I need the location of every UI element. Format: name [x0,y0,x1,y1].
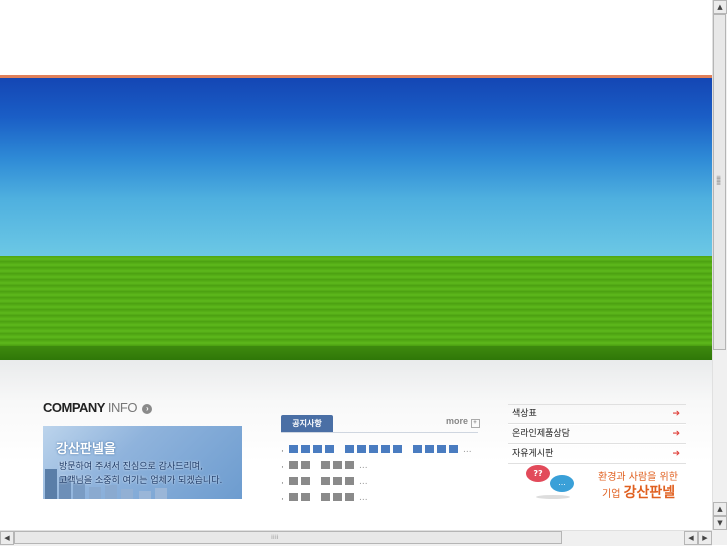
quick-link-item[interactable]: 온라인제품상담 ➔ [508,424,686,444]
notice-title-glyphs [289,461,354,469]
glyph-block [301,477,310,485]
scroll-left-button-right[interactable]: ◀ [684,531,698,545]
glyph-block [393,445,402,453]
ellipsis-text: ... [463,445,472,455]
tab-notice[interactable]: 공지사항 [281,415,333,433]
glyph-block [333,477,342,485]
quick-link-label: 자유게시판 [512,449,554,459]
slogan-line-1: 환경과 사람을 위한 [598,472,678,483]
notice-title-glyphs [289,477,354,485]
glyph-block [381,445,390,453]
glyph-block [289,493,298,501]
glyph-block [325,445,334,453]
glyph-block [437,445,446,453]
notice-item[interactable]: ·... [281,443,481,459]
banner-line-2: 고객님을 소중히 여기는 업체가 되겠습니다. [59,476,223,486]
bullet-icon: · [281,495,284,505]
building-graphic [139,491,151,499]
question-bubble-icon: ?? [526,465,550,482]
building-graphic [89,487,101,499]
banner-line-1: 방문하여 주셔서 진심으로 감사드리며, [59,462,203,472]
scroll-up-button[interactable]: ▲ [713,0,727,14]
building-graphic [155,488,167,499]
top-header-area [0,0,712,75]
slogan-line-2: 기업 강산판넬 [602,482,675,502]
scroll-up-button-lower[interactable]: ▲ [713,502,727,516]
banner-text: 방문하여 주셔서 진심으로 감사드리며, 고객님을 소중히 여기는 업체가 되겠… [59,460,222,488]
glyph-block [345,461,354,469]
quick-link-label: 온라인제품상담 [512,429,570,439]
bullet-icon: · [281,479,284,489]
quick-link-item[interactable]: 색상표 ➔ [508,404,686,424]
notice-item[interactable]: ·... [281,491,481,507]
glyph-block [301,445,310,453]
glyph-block [413,445,422,453]
building-graphic [121,489,133,499]
slogan-prefix: 기업 [602,489,621,500]
grass-edge [0,346,712,360]
horizontal-scroll-thumb[interactable] [14,531,562,544]
plus-icon: + [470,419,480,428]
notice-item[interactable]: ·... [281,459,481,475]
notice-list: ·... ·... ·... ·... [281,443,481,507]
info-circle-icon[interactable]: › [142,404,153,414]
bubble-shadow [536,495,570,499]
scroll-down-button[interactable]: ▼ [713,516,727,530]
notice-title-glyphs [289,493,354,501]
glyph-block [289,445,298,453]
scroll-right-button[interactable]: ▶ [698,531,712,545]
company-heading-main: COMPANY [43,400,105,415]
ellipsis-text: ... [359,461,368,471]
quick-link-label: 색상표 [512,409,537,419]
grass-banner [0,256,712,346]
notice-more-link[interactable]: more + [446,416,480,428]
ellipsis-text: ... [359,477,368,487]
more-label: more [446,416,469,426]
vertical-grip-icon: ≡ ≡ ≡ [716,174,722,187]
glyph-block [301,493,310,501]
notice-item[interactable]: ·... [281,475,481,491]
glyph-block [289,477,298,485]
glyph-block [313,445,322,453]
bullet-icon: · [281,463,284,473]
glyph-block [301,461,310,469]
arrow-right-icon: ➔ [672,429,680,439]
scrollbar-corner [712,530,727,545]
glyph-block [369,445,378,453]
glyph-block [289,461,298,469]
banner-title: 강산판넬을 [56,442,116,457]
glyph-block [321,477,330,485]
glyph-block [345,477,354,485]
page: COMPANY INFO › 강산판넬을 방문하여 주셔서 진심으로 감사드리며… [0,0,712,530]
ellipsis-bubble-icon: ... [550,475,574,492]
company-banner[interactable]: 강산판넬을 방문하여 주셔서 진심으로 감사드리며, 고객님을 소중히 여기는 … [43,426,242,499]
ellipsis-text: ... [359,493,368,503]
company-heading-sub: INFO [107,400,138,415]
glyph-block [333,493,342,501]
glyph-block [425,445,434,453]
glyph-block [357,445,366,453]
bullet-icon: · [281,447,284,457]
scroll-left-button[interactable]: ◀ [0,531,14,545]
building-graphic [45,469,57,499]
arrow-right-icon: ➔ [672,409,680,419]
glyph-block [333,461,342,469]
quick-link-item[interactable]: 자유게시판 ➔ [508,444,686,464]
glyph-block [321,461,330,469]
notice-title-glyphs [289,445,458,453]
glyph-block [449,445,458,453]
quick-links: 색상표 ➔ 온라인제품상담 ➔ 자유게시판 ➔ [508,404,686,464]
sky-banner [0,78,712,256]
notice-divider [281,432,478,433]
arrow-right-icon: ➔ [672,449,680,459]
glyph-block [321,493,330,501]
glyph-block [345,445,354,453]
glyph-block [345,493,354,501]
slogan-brand: 강산판넬 [623,485,676,501]
horizontal-grip-icon: ⁞⁞⁞⁞ [271,534,279,541]
company-info-heading[interactable]: COMPANY INFO › [43,400,153,415]
